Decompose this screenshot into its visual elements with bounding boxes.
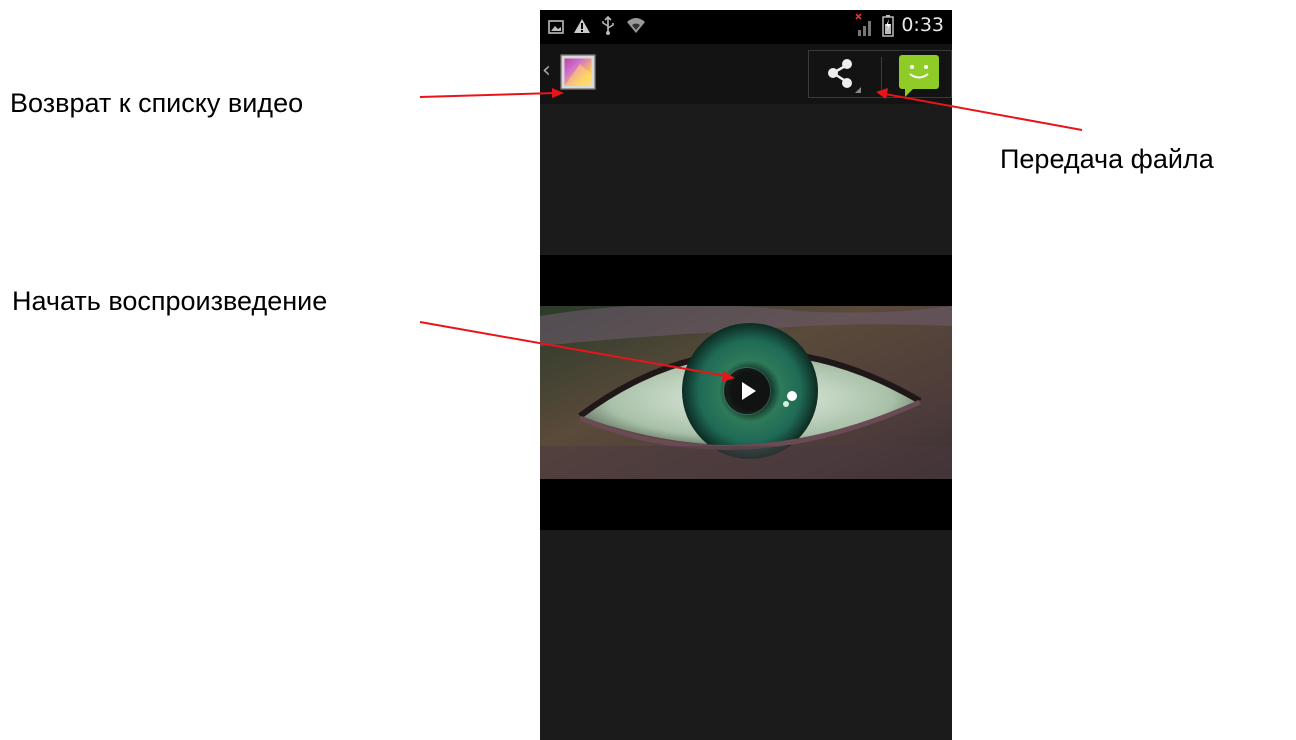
warning-icon xyxy=(574,19,590,33)
back-annotation-label: Возврат к списку видео xyxy=(10,88,304,118)
share-icon xyxy=(828,59,861,93)
gallery-icon[interactable] xyxy=(560,54,596,90)
wifi-icon xyxy=(627,18,645,33)
share-annotation-label: Передача файла xyxy=(1000,144,1214,174)
message-button[interactable] xyxy=(891,53,951,97)
gallery-icon-art xyxy=(561,55,595,89)
divider xyxy=(881,57,882,91)
action-group xyxy=(808,50,952,98)
play-button[interactable] xyxy=(724,368,770,414)
play-icon xyxy=(742,382,756,400)
play-annotation-label: Начать воспроизведение xyxy=(12,286,328,316)
share-button[interactable] xyxy=(809,51,881,97)
chevron-left-icon[interactable]: ‹ xyxy=(542,58,551,83)
message-icon xyxy=(899,55,939,97)
action-bar: ‹ xyxy=(540,44,952,104)
no-signal-icon xyxy=(855,13,871,36)
back-annotation-arrow xyxy=(419,92,557,98)
status-time: 0:33 xyxy=(901,14,944,36)
status-bar: 0:33 xyxy=(540,10,952,44)
battery-icon xyxy=(882,15,894,37)
picture-icon xyxy=(548,20,564,34)
usb-icon xyxy=(602,16,614,35)
phone-screen: 0:33 ‹ xyxy=(540,10,952,740)
